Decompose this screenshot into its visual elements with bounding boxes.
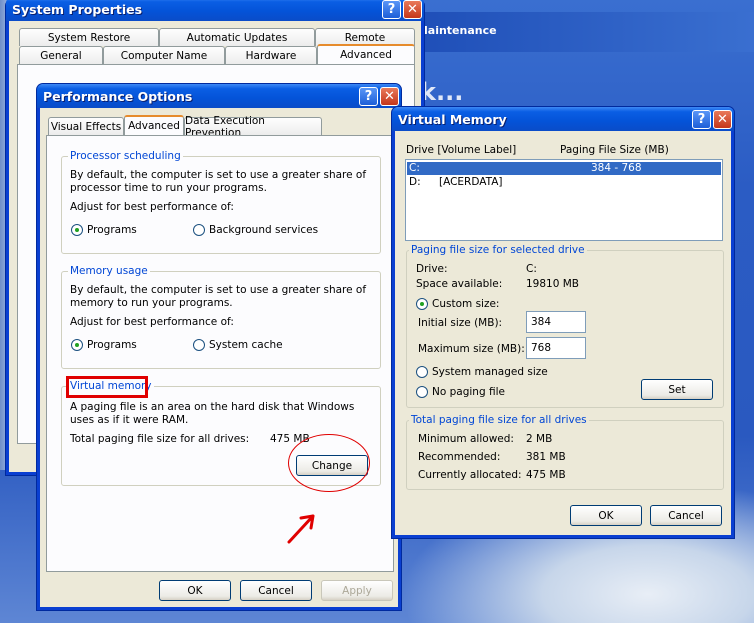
cancel-button[interactable]: Cancel [650, 505, 722, 526]
system-properties-titlebar[interactable]: System Properties ? ✕ [6, 0, 424, 21]
apply-button[interactable]: Apply [321, 580, 393, 601]
maximum-size-label: Maximum size (MB): [418, 343, 525, 355]
bg-heading: k... [420, 78, 464, 106]
maximum-size-input[interactable]: 768 [526, 337, 586, 359]
drive-letter: C: [409, 162, 420, 174]
tab-hardware[interactable]: Hardware [225, 46, 317, 64]
list-item[interactable]: C: 384 - 768 [407, 162, 721, 175]
group-label: Processor scheduling [68, 150, 183, 162]
processor-scheduling-group: Processor scheduling By default, the com… [61, 150, 381, 254]
window-title: System Properties [12, 1, 143, 17]
selected-drive-group: Paging file size for selected drive Driv… [406, 244, 724, 408]
memory-system-cache-radio[interactable] [193, 339, 205, 351]
group-label: Total paging file size for all drives [409, 414, 589, 426]
tab-computer-name[interactable]: Computer Name [103, 46, 225, 64]
cancel-button[interactable]: Cancel [240, 580, 312, 601]
system-managed-label[interactable]: System managed size [432, 366, 548, 379]
highlight-box [66, 376, 148, 398]
tab-automatic-updates[interactable]: Automatic Updates [159, 28, 315, 46]
ok-button[interactable]: OK [159, 580, 231, 601]
annotation-circle [288, 434, 370, 492]
tab-visual-effects[interactable]: Visual Effects [48, 117, 124, 135]
processor-programs-label[interactable]: Programs [87, 224, 137, 237]
set-button[interactable]: Set [641, 379, 713, 400]
minimum-allowed-value: 2 MB [526, 433, 553, 445]
space-available-label: Space available: [416, 278, 503, 290]
currently-allocated-value: 475 MB [526, 469, 566, 481]
memory-adjust-label: Adjust for best performance of: [70, 316, 234, 328]
close-icon[interactable]: ✕ [403, 0, 422, 19]
drive-paging-size: 384 - 768 [591, 162, 642, 174]
memory-system-cache-label[interactable]: System cache [209, 339, 283, 352]
performance-options-titlebar[interactable]: Performance Options ? ✕ [37, 84, 401, 108]
advanced-tab-panel: Processor scheduling By default, the com… [46, 135, 394, 572]
no-paging-label[interactable]: No paging file [432, 386, 505, 399]
bg-window-title: laintenance [424, 24, 497, 37]
close-icon[interactable]: ✕ [380, 86, 399, 106]
tab-system-restore[interactable]: System Restore [19, 28, 159, 46]
recommended-value: 381 MB [526, 451, 566, 463]
annotation-arrow-icon [287, 514, 315, 544]
system-managed-radio[interactable] [416, 366, 428, 378]
processor-background-radio[interactable] [193, 224, 205, 236]
tab-general[interactable]: General [19, 46, 103, 64]
help-icon[interactable]: ? [382, 0, 401, 19]
initial-size-input[interactable]: 384 [526, 311, 586, 333]
virtual-memory-window: Virtual Memory ? ✕ Drive [Volume Label] … [392, 107, 734, 538]
help-icon[interactable]: ? [359, 86, 378, 106]
virtual-memory-titlebar[interactable]: Virtual Memory ? ✕ [392, 107, 734, 131]
drive-list[interactable]: C: 384 - 768 D: [ACERDATA] [405, 159, 723, 241]
window-title: Performance Options [43, 88, 193, 104]
processor-adjust-label: Adjust for best performance of: [70, 201, 234, 213]
virtual-memory-group: Virtual memory A paging file is an area … [61, 376, 381, 492]
performance-options-window: Performance Options ? ✕ Visual Effects A… [37, 84, 401, 610]
initial-size-label: Initial size (MB): [418, 317, 503, 329]
ok-button[interactable]: OK [570, 505, 642, 526]
memory-programs-radio[interactable] [71, 339, 83, 351]
processor-description: By default, the computer is set to use a… [70, 169, 367, 194]
custom-size-label[interactable]: Custom size: [432, 298, 499, 311]
drive-volume-label: [ACERDATA] [439, 176, 503, 188]
space-available-value: 19810 MB [526, 278, 580, 290]
total-paging-label: Total paging file size for all drives: [70, 433, 250, 445]
virtual-description: A paging file is an area on the hard dis… [70, 401, 355, 426]
drive-label: Drive: [416, 263, 448, 275]
drive-letter: D: [409, 176, 421, 188]
close-icon[interactable]: ✕ [713, 109, 732, 129]
no-paging-radio[interactable] [416, 386, 428, 398]
recommended-label: Recommended: [418, 451, 501, 463]
drive-value: C: [526, 263, 537, 275]
tab-data-execution-prevention[interactable]: Data Execution Prevention [184, 115, 322, 139]
memory-usage-group: Memory usage By default, the computer is… [61, 265, 381, 369]
custom-size-radio[interactable] [416, 298, 428, 310]
processor-background-label[interactable]: Background services [209, 224, 318, 237]
help-icon[interactable]: ? [692, 109, 711, 129]
memory-programs-label[interactable]: Programs [87, 339, 137, 352]
tab-advanced[interactable]: Advanced [317, 44, 415, 64]
tab-advanced[interactable]: Advanced [124, 115, 184, 135]
total-paging-group: Total paging file size for all drives Mi… [406, 414, 724, 490]
memory-description: By default, the computer is set to use a… [70, 284, 367, 309]
minimum-allowed-label: Minimum allowed: [418, 433, 514, 445]
group-label: Memory usage [68, 265, 150, 277]
currently-allocated-label: Currently allocated: [418, 469, 522, 481]
list-item[interactable]: D: [ACERDATA] [407, 176, 721, 189]
window-title: Virtual Memory [398, 111, 507, 127]
drive-column-header: Drive [Volume Label] [406, 144, 517, 156]
size-column-header: Paging File Size (MB) [560, 144, 669, 156]
processor-programs-radio[interactable] [71, 224, 83, 236]
group-label: Paging file size for selected drive [409, 244, 587, 256]
